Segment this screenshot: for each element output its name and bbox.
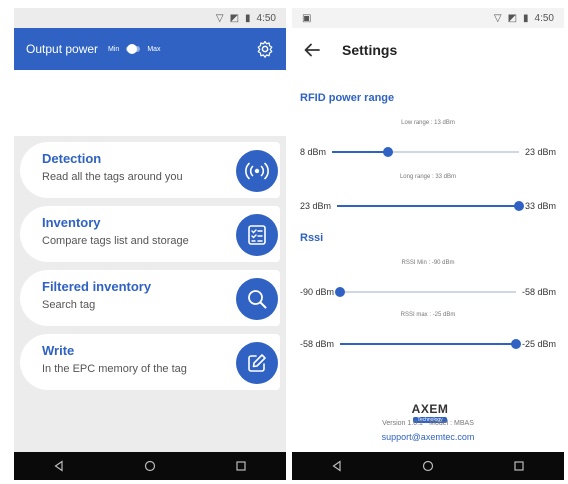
menu-item-write[interactable]: Write In the EPC memory of the tag <box>20 334 280 390</box>
long-range-slider-row: 23 dBm 33 dBm <box>300 198 556 214</box>
output-power-toggle[interactable] <box>125 43 141 55</box>
status-bar: ▽ ◩ ▮ 4:50 <box>14 8 286 28</box>
slider-max-label: -25 dBm <box>521 339 556 349</box>
slider-knob[interactable] <box>383 147 394 157</box>
slider-min-label: 8 dBm <box>300 147 327 157</box>
checklist-icon[interactable] <box>236 214 278 256</box>
slider-knob[interactable] <box>513 201 524 211</box>
menu-item-filtered-inventory[interactable]: Filtered inventory Search tag <box>20 270 280 326</box>
slider-fill <box>337 205 519 207</box>
app-bar: Output power Min Max <box>14 28 286 70</box>
slider-fill <box>340 343 516 345</box>
low-range-slider-row: 8 dBm 23 dBm <box>300 144 556 160</box>
notification-icon: ▣ <box>302 12 312 24</box>
blank-area <box>14 70 286 136</box>
wifi-icon: ▽ <box>493 12 502 24</box>
recents-nav-icon[interactable] <box>513 460 525 472</box>
back-nav-icon[interactable] <box>53 460 65 472</box>
rssi-min-slider[interactable] <box>335 287 516 297</box>
rssi-max-slider-row: -58 dBm -25 dBm <box>300 336 556 352</box>
back-arrow-icon[interactable] <box>304 43 320 57</box>
settings-toolbar: Settings <box>292 28 564 72</box>
search-icon[interactable] <box>236 278 278 320</box>
page-title: Settings <box>342 42 398 58</box>
menu-item-inventory[interactable]: Inventory Compare tags list and storage <box>20 206 280 262</box>
long-range-slider[interactable] <box>337 201 524 211</box>
rssi-min-slider-row: -90 dBm -58 dBm <box>300 284 556 300</box>
slider-min-label: -90 dBm <box>300 287 335 297</box>
home-screen: ▽ ◩ ▮ 4:50 Output power Min Max Detectio… <box>14 8 286 480</box>
rssi-heading: Rssi <box>300 232 324 244</box>
no-signal-icon: ◩ <box>229 12 240 24</box>
low-range-slider[interactable] <box>332 147 519 157</box>
rssi-max-caption: RSSI max : -25 dBm <box>400 312 456 318</box>
gear-icon[interactable] <box>256 40 274 58</box>
rssi-max-slider[interactable] <box>340 339 521 349</box>
max-label: Max <box>147 45 161 53</box>
support-email-link[interactable]: support@axemtec.com <box>292 432 564 442</box>
status-time: 4:50 <box>534 12 554 24</box>
main-menu: Detection Read all the tags around you I… <box>14 136 286 390</box>
edit-icon[interactable] <box>236 342 278 384</box>
output-power-label: Output power <box>26 42 99 56</box>
slider-max-label: 23 dBm <box>524 147 556 157</box>
system-nav-bar <box>292 452 564 480</box>
long-range-caption: Long range : 33 dBm <box>399 174 457 180</box>
battery-icon: ▮ <box>523 12 529 24</box>
status-time: 4:50 <box>256 12 276 24</box>
radio-waves-icon[interactable] <box>236 150 278 192</box>
wifi-icon: ▽ <box>215 12 224 24</box>
battery-icon: ▮ <box>245 12 251 24</box>
slider-min-label: -58 dBm <box>300 339 335 349</box>
home-nav-icon[interactable] <box>422 460 434 472</box>
slider-fill <box>332 151 389 153</box>
slider-knob[interactable] <box>335 287 346 297</box>
version-text: Version 1.0.1 - Model : MBAS <box>382 420 474 427</box>
slider-max-label: 33 dBm <box>524 201 556 211</box>
home-nav-icon[interactable] <box>144 460 156 472</box>
no-signal-icon: ◩ <box>507 12 518 24</box>
recents-nav-icon[interactable] <box>235 460 247 472</box>
low-range-caption: Low range : 13 dBm <box>401 120 455 126</box>
slider-min-label: 23 dBm <box>300 201 332 211</box>
logo-text: AXEM <box>411 402 449 416</box>
rfid-power-heading: RFID power range <box>300 92 395 104</box>
menu-item-detection[interactable]: Detection Read all the tags around you <box>20 142 280 198</box>
min-label: Min <box>108 45 120 53</box>
slider-max-label: -58 dBm <box>521 287 556 297</box>
slider-knob[interactable] <box>510 339 521 349</box>
system-nav-bar <box>14 452 286 480</box>
rssi-min-caption: RSSI Min : -90 dBm <box>401 260 455 266</box>
settings-screen: ▣ ▽ ◩ ▮ 4:50 Settings RFID power range L… <box>292 8 564 480</box>
back-nav-icon[interactable] <box>331 460 343 472</box>
status-bar: ▣ ▽ ◩ ▮ 4:50 <box>292 8 564 28</box>
